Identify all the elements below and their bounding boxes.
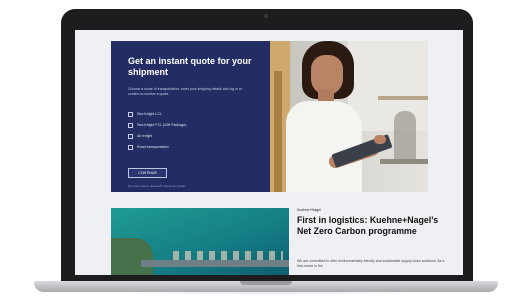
photo-background-table xyxy=(380,159,428,164)
quote-description: Choose a mode of transportation, enter y… xyxy=(128,87,243,96)
checkbox-icon[interactable] xyxy=(128,133,133,139)
harbour-pier xyxy=(141,260,289,267)
laptop-base-notch xyxy=(240,281,292,285)
option-label: Road transportation xyxy=(137,145,169,149)
harbour-cranes xyxy=(173,251,283,260)
option-label: Sea freight LCL xyxy=(137,112,162,116)
quote-panel: Get an instant quote for your shipment C… xyxy=(111,41,270,192)
photo-background-shelf xyxy=(378,96,428,100)
photo-background-window xyxy=(348,41,428,131)
laptop-screen: Get an instant quote for your shipment C… xyxy=(75,30,463,275)
article-title-link[interactable]: First in logistics: Kuehne+Nagel’s Net Z… xyxy=(297,215,447,236)
article-body: We are committed to offer environmentall… xyxy=(297,259,445,268)
quote-footer-link[interactable]: Not sure how to proceed? Check our guide xyxy=(128,184,248,188)
photo-hand xyxy=(374,135,386,144)
option-sea-freight-fcl[interactable]: Sea freight FCL (20ft Package) xyxy=(128,122,186,128)
harbour-land xyxy=(111,238,153,275)
option-road-transportation[interactable]: Road transportation xyxy=(128,144,169,150)
camera-icon xyxy=(264,14,268,18)
continue-button[interactable]: CONTINUE xyxy=(128,168,167,178)
option-air-freight[interactable]: Air freight xyxy=(128,133,152,139)
hero-photo-woman-with-tablet xyxy=(270,41,428,192)
article-card: Kuehne+Nagel First in logistics: Kuehne+… xyxy=(297,208,457,275)
checkbox-icon[interactable] xyxy=(128,122,133,128)
checkbox-icon[interactable] xyxy=(128,111,133,117)
option-label: Sea freight FCL (20ft Package) xyxy=(137,123,187,127)
harbour-aerial-image[interactable] xyxy=(111,208,289,275)
photo-background-pillar xyxy=(274,71,282,192)
photo-background-person xyxy=(394,111,416,161)
checkbox-icon[interactable] xyxy=(128,144,133,150)
option-sea-freight-lcl[interactable]: Sea freight LCL xyxy=(128,111,162,117)
quote-title: Get an instant quote for your shipment xyxy=(128,56,252,77)
article-tag: Kuehne+Nagel xyxy=(297,208,321,212)
option-label: Air freight xyxy=(137,134,153,138)
